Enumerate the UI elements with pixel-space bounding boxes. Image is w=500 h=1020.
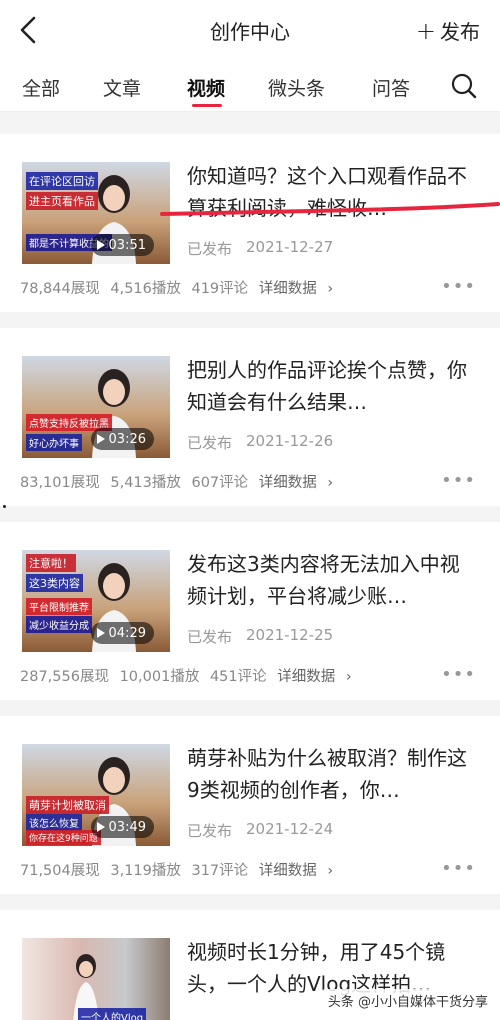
tab-micro-posts[interactable]: 微头条 [268,74,325,101]
search-button[interactable] [450,72,478,100]
views-count: 83,101展现 [20,475,100,491]
chevron-left-icon [20,16,36,44]
views-count: 78,844展现 [20,281,100,297]
publish-date: 2021-12-27 [246,238,334,256]
details-link[interactable]: 详细数据 › [259,281,333,297]
views-count: 71,504展现 [20,863,100,879]
comments-count: 317评论 [191,863,249,879]
video-card[interactable]: 注意啦！ 这3类内容 平台限制推荐 减少收益分成 04:29 发布这3类内容将无… [0,522,500,700]
tab-articles[interactable]: 文章 [103,74,141,101]
thumbnail-caption: 萌芽计划被取消 [26,796,109,814]
stats-row: 83,101展现 5,413播放 607评论 详细数据 › [20,471,339,492]
comments-count: 607评论 [191,475,249,491]
status-text: 已发布 [187,434,233,452]
video-card[interactable]: 点赞支持反被拉黑 好心办坏事 03:26 把别人的作品评论挨个点赞，你知道会有什… [0,328,500,506]
status-text: 已发布 [187,240,233,258]
thumbnail-caption: 在评论区回访 [26,172,98,190]
duration-badge: 03:26 [90,428,154,450]
plus-icon: + [415,16,436,45]
video-title[interactable]: 你知道吗？这个入口观看作品不算获利阅读，难怪收… [187,160,477,224]
active-tab-indicator [192,104,222,107]
plays-count: 5,413播放 [110,475,181,491]
publish-date: 2021-12-24 [246,820,334,838]
thumbnail-caption: 进主页看作品 [26,192,98,210]
tab-all[interactable]: 全部 [22,74,60,101]
plays-count: 3,119播放 [110,863,181,879]
thumbnail-caption: 这3类内容 [26,574,83,592]
thumbnail-caption: 减少收益分成 [26,616,92,633]
views-count: 287,556展现 [20,669,109,685]
details-link[interactable]: 详细数据 › [259,475,333,491]
comments-count: 451评论 [209,669,267,685]
comments-count: 419评论 [191,281,249,297]
duration-badge: 03:49 [90,816,154,838]
video-thumbnail[interactable]: 注意啦！ 这3类内容 平台限制推荐 减少收益分成 04:29 [22,550,170,652]
stats-row: 71,504展现 3,119播放 317评论 详细数据 › [20,859,339,880]
thumbnail-caption: 平台限制推荐 [26,598,92,615]
tab-bar: 全部 文章 视频 微头条 问答 [0,60,500,112]
video-thumbnail[interactable]: 一个人的Vlog [22,938,170,1020]
video-card[interactable]: 萌芽计划被取消 该怎么恢复 你存在这9种问题 03:49 萌芽补贴为什么被取消？… [0,716,500,894]
publish-label: 发布 [440,20,480,44]
more-options-icon[interactable]: ••• [441,664,476,685]
more-options-icon[interactable]: ••• [441,858,476,879]
search-icon [451,73,477,99]
video-thumbnail[interactable]: 点赞支持反被拉黑 好心办坏事 03:26 [22,356,170,458]
duration-badge: 04:29 [90,622,154,644]
duration-badge: 03:51 [90,234,154,256]
thumbnail-caption: 该怎么恢复 [26,814,82,831]
publish-button[interactable]: + 发布 [416,16,480,45]
thumbnail-caption: 你存在这9种问题 [26,830,101,845]
stats-row: 287,556展现 10,001播放 451评论 详细数据 › [20,665,358,686]
details-link[interactable]: 详细数据 › [259,863,333,879]
thumbnail-caption: 注意啦！ [26,554,76,572]
plays-count: 4,516播放 [110,281,181,297]
play-icon [96,434,105,444]
video-thumbnail[interactable]: 萌芽计划被取消 该怎么恢复 你存在这9种问题 03:49 [22,744,170,846]
watermark-text: 头条 @小小自媒体干货分享 [321,989,494,1012]
video-title[interactable]: 发布这3类内容将无法加入中视频计划，平台将减少账… [187,548,477,612]
tab-qa[interactable]: 问答 [372,74,410,101]
thumbnail-caption: 一个人的Vlog [78,1008,147,1020]
video-title[interactable]: 萌芽补贴为什么被取消？制作这9类视频的创作者，你… [187,742,477,806]
more-options-icon[interactable]: ••• [441,470,476,491]
publish-date: 2021-12-26 [246,432,334,450]
play-icon [96,822,105,832]
stats-row: 78,844展现 4,516播放 419评论 详细数据 › [20,277,339,298]
status-text: 已发布 [187,628,233,646]
video-card[interactable]: 在评论区回访 进主页看作品 都是不计算收益的 03:51 你知道吗？这个入口观看… [0,134,500,312]
publish-date: 2021-12-25 [246,626,334,644]
thumbnail-caption: 好心办坏事 [26,434,82,451]
more-options-icon[interactable]: ••• [441,276,476,297]
status-text: 已发布 [187,822,233,840]
back-button[interactable] [14,14,46,46]
tab-videos[interactable]: 视频 [187,74,225,101]
stray-dot [3,505,6,508]
top-bar: 创作中心 + 发布 [0,0,500,60]
play-icon [96,240,105,250]
plays-count: 10,001播放 [119,669,200,685]
video-thumbnail[interactable]: 在评论区回访 进主页看作品 都是不计算收益的 03:51 [22,162,170,264]
details-link[interactable]: 详细数据 › [277,669,351,685]
play-icon [96,628,105,638]
video-title[interactable]: 把别人的作品评论挨个点赞，你知道会有什么结果… [187,354,477,418]
